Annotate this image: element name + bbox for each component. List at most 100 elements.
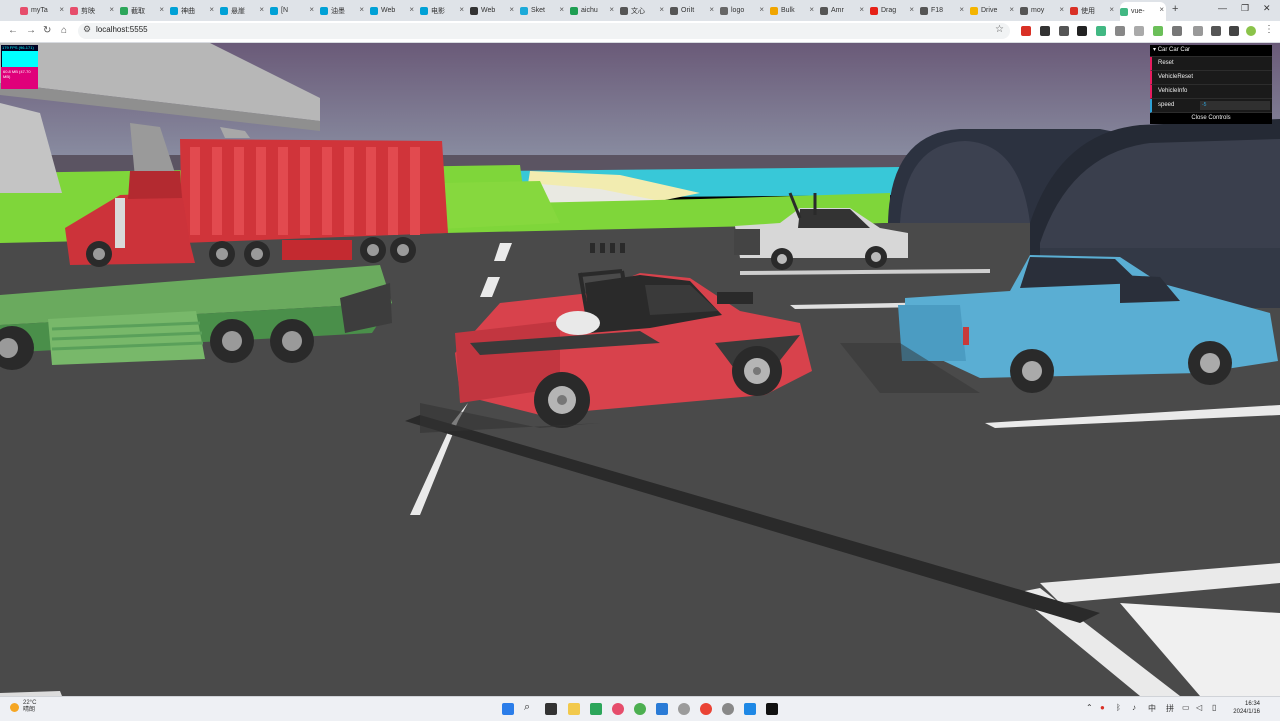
browser-tab[interactable]: 悬崖 × [220,2,266,19]
browser-tab[interactable]: Bulk × [770,2,816,19]
chrome-icon[interactable] [634,703,646,715]
browser-tab[interactable]: 神曲 × [170,2,216,19]
close-tab-icon[interactable]: × [209,5,214,14]
browser-tab[interactable]: vue- × [1120,2,1166,21]
extension-square-icon[interactable] [1040,26,1050,36]
split-view-icon[interactable] [1211,26,1221,36]
app-blue-icon[interactable] [744,703,756,715]
folder-title[interactable]: ▾ Car Car Car [1150,45,1272,57]
browser-tab[interactable]: 电影 × [420,2,466,19]
browser-tab[interactable]: 油墨 × [320,2,366,19]
site-info-icon[interactable]: ⚙ [83,24,91,35]
tray-bluetooth-icon[interactable]: ᛒ [1116,703,1121,712]
back-icon[interactable]: ← [8,25,18,36]
url-text[interactable]: localhost:5555 [96,25,148,34]
vehicle-info-button[interactable]: VehicleInfo [1150,85,1272,99]
close-tab-icon[interactable]: × [159,5,164,14]
weather-widget[interactable]: 22°C 晴朗 [10,700,36,714]
reload-icon[interactable]: ↻ [43,25,51,36]
browser-tab[interactable]: Drive × [970,2,1016,19]
close-tab-icon[interactable]: × [1109,5,1114,14]
home-icon[interactable]: ⌂ [61,25,67,36]
minimize-button[interactable]: — [1218,3,1227,13]
game-canvas[interactable]: 179 FPS (96-171) 60.8 MB (47-70 MB) ▾ Ca… [0,43,1280,696]
close-controls-button[interactable]: Close Controls [1150,113,1272,124]
close-tab-icon[interactable]: × [1159,5,1164,14]
gear-icon[interactable] [722,703,734,715]
close-tab-icon[interactable]: × [559,5,564,14]
close-tab-icon[interactable]: × [759,5,764,14]
close-tab-icon[interactable]: × [59,5,64,14]
task-view-icon[interactable] [545,703,557,715]
reset-button[interactable]: Reset [1150,57,1272,71]
extension-ae-icon[interactable] [1115,26,1125,36]
extension-car-icon[interactable] [1077,26,1087,36]
close-tab-icon[interactable]: × [909,5,914,14]
close-tab-icon[interactable]: × [959,5,964,14]
browser-tab[interactable]: Web × [470,2,516,19]
browser-tab[interactable]: myTa × [20,2,66,19]
close-tab-icon[interactable]: × [409,5,414,14]
browser-tab[interactable]: Web × [370,2,416,19]
download-icon[interactable] [1229,26,1239,36]
memory-stats-panel[interactable]: 60.8 MB (47-70 MB) [1,67,38,89]
close-tab-icon[interactable]: × [459,5,464,14]
browser-tab[interactable]: logo × [720,2,766,19]
close-tab-icon[interactable]: × [509,5,514,14]
system-clock[interactable]: 16:34 2024/1/16 [1226,700,1260,716]
browser-tab[interactable]: moy × [1020,2,1066,19]
extension-puzzle-icon[interactable] [1172,26,1182,36]
browser-tab[interactable]: OriIt × [670,2,716,19]
browser-tab[interactable]: Drag × [870,2,916,19]
new-tab-button[interactable]: + [1172,3,1178,15]
tray-red-icon[interactable]: ● [1100,703,1105,712]
close-tab-icon[interactable]: × [659,5,664,14]
browser-tab[interactable]: 截取 × [120,2,166,19]
close-tab-icon[interactable]: × [859,5,864,14]
chevron-up-icon[interactable]: ⌃ [1086,703,1093,712]
extension-shield-icon[interactable] [1153,26,1163,36]
network-icon[interactable]: ▭ [1182,703,1190,712]
profile-avatar[interactable] [1246,26,1256,36]
browser-tab[interactable]: [N × [270,2,316,19]
ime-language[interactable]: 中 [1148,703,1156,714]
extension-grid-icon[interactable] [1059,26,1069,36]
tray-speaker-icon[interactable]: ♪ [1132,703,1136,712]
netease-music-icon[interactable] [612,703,624,715]
forward-icon[interactable]: → [26,25,36,36]
close-tab-icon[interactable]: × [1009,5,1014,14]
wechat-icon[interactable] [590,703,602,715]
maximize-button[interactable]: ❐ [1241,3,1249,14]
vscode-icon[interactable] [656,703,668,715]
menu-dots-icon[interactable]: ⋮ [1264,24,1274,35]
battery-icon[interactable]: ▯ [1212,703,1216,712]
speed-input[interactable]: -5 [1200,101,1270,110]
settings-icon[interactable] [678,703,690,715]
bookmark-star-icon[interactable]: ☆ [995,24,1004,35]
close-tab-icon[interactable]: × [709,5,714,14]
file-explorer-icon[interactable] [568,703,580,715]
browser-tab[interactable]: Sket × [520,2,566,19]
close-tab-icon[interactable]: × [259,5,264,14]
browser-tab[interactable]: Amr × [820,2,866,19]
close-tab-icon[interactable]: × [1059,5,1064,14]
extension-dots-icon[interactable] [1134,26,1144,36]
close-tab-icon[interactable]: × [809,5,814,14]
browser-tab[interactable]: F18 × [920,2,966,19]
vue-devtools-icon[interactable] [1096,26,1106,36]
search-icon[interactable]: ⌕ [524,701,536,713]
browser-tab[interactable]: 文心 × [620,2,666,19]
browser-tab[interactable]: 使用 × [1070,2,1116,19]
browser-tab[interactable]: 剪映 × [70,2,116,19]
extension-red-icon[interactable] [1021,26,1031,36]
sidebar-icon[interactable] [1193,26,1203,36]
nvidia-icon[interactable] [766,703,778,715]
address-bar[interactable]: ⚙ localhost:5555 ☆ [78,23,1010,39]
vehicle-reset-button[interactable]: VehicleReset [1150,71,1272,85]
ime-mode[interactable]: 拼 [1166,703,1174,714]
close-window-button[interactable]: ✕ [1263,3,1271,14]
close-tab-icon[interactable]: × [359,5,364,14]
close-tab-icon[interactable]: × [309,5,314,14]
close-tab-icon[interactable]: × [609,5,614,14]
volume-icon[interactable]: ◁ [1196,703,1202,712]
